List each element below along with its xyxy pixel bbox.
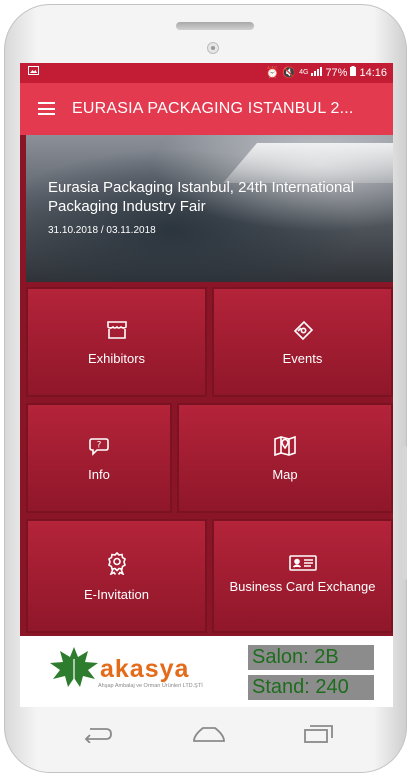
mute-icon: 🔇 (282, 67, 297, 79)
battery-percent: 77% (325, 66, 348, 79)
info-label: Info (88, 467, 110, 482)
side-button (402, 446, 407, 580)
events-button[interactable]: Events (212, 287, 393, 397)
ticket-icon (291, 319, 315, 346)
hero-background-photo (223, 143, 393, 183)
chat-question-icon: ? (88, 435, 110, 462)
battery-icon (350, 66, 357, 79)
back-icon[interactable] (82, 725, 114, 748)
hero-banner[interactable]: Eurasia Packaging Istanbul, 24th Interna… (26, 135, 393, 282)
home-icon[interactable] (191, 725, 227, 748)
map-button[interactable]: Map (177, 403, 393, 513)
event-title: Eurasia Packaging Istanbul, 24th Interna… (48, 179, 355, 215)
e-invitation-label: E-Invitation (83, 587, 150, 602)
map-pin-icon (273, 435, 297, 462)
exhibitors-label: Exhibitors (87, 351, 146, 366)
award-ribbon-icon (106, 551, 128, 580)
network-type: 4G (299, 69, 309, 76)
salon-badge: Salon: 2B (248, 645, 374, 670)
business-card-exchange-button[interactable]: Business Card Exchange (212, 519, 393, 633)
id-card-icon (288, 555, 317, 576)
business-card-exchange-label: Business Card Exchange (229, 579, 376, 594)
sponsor-banner[interactable]: akasya Ahşap Ambalaj ve Orman Ürünleri L… (20, 636, 393, 707)
earpiece-speaker (176, 22, 254, 30)
status-bar: ⏰ 🔇 4G 77% 14:16 (20, 63, 393, 83)
alarm-icon: ⏰ (265, 67, 280, 79)
app-title: EURASIA PACKAGING ISTANBUL 2... (72, 100, 354, 117)
event-dates: 31.10.2018 / 03.11.2018 (48, 225, 156, 236)
device-navigation-bar (20, 707, 393, 765)
brand-name: akasya (100, 655, 190, 683)
e-invitation-button[interactable]: E-Invitation (26, 519, 207, 633)
recent-apps-icon[interactable] (303, 725, 333, 748)
leaf-logo-icon (48, 645, 100, 694)
exhibitors-button[interactable]: Exhibitors (26, 287, 207, 397)
app-screen: ⏰ 🔇 4G 77% 14:16 EURASIA PACKAGING ISTAN… (20, 63, 393, 707)
map-label: Map (272, 467, 298, 482)
clock: 14:16 (359, 66, 387, 79)
info-button[interactable]: ? Info (26, 403, 172, 513)
front-camera (207, 42, 219, 54)
events-label: Events (282, 351, 323, 366)
stand-badge: Stand: 240 (248, 675, 374, 700)
app-bar: EURASIA PACKAGING ISTANBUL 2... (20, 83, 393, 135)
menu-hamburger-icon[interactable] (38, 102, 55, 115)
signal-icon (311, 66, 323, 79)
brand-tagline: Ahşap Ambalaj ve Orman Ürünleri LTD.ŞTİ (98, 683, 203, 689)
gallery-notification-icon (28, 66, 39, 78)
store-icon (106, 319, 128, 346)
svg-text:?: ? (97, 441, 102, 451)
